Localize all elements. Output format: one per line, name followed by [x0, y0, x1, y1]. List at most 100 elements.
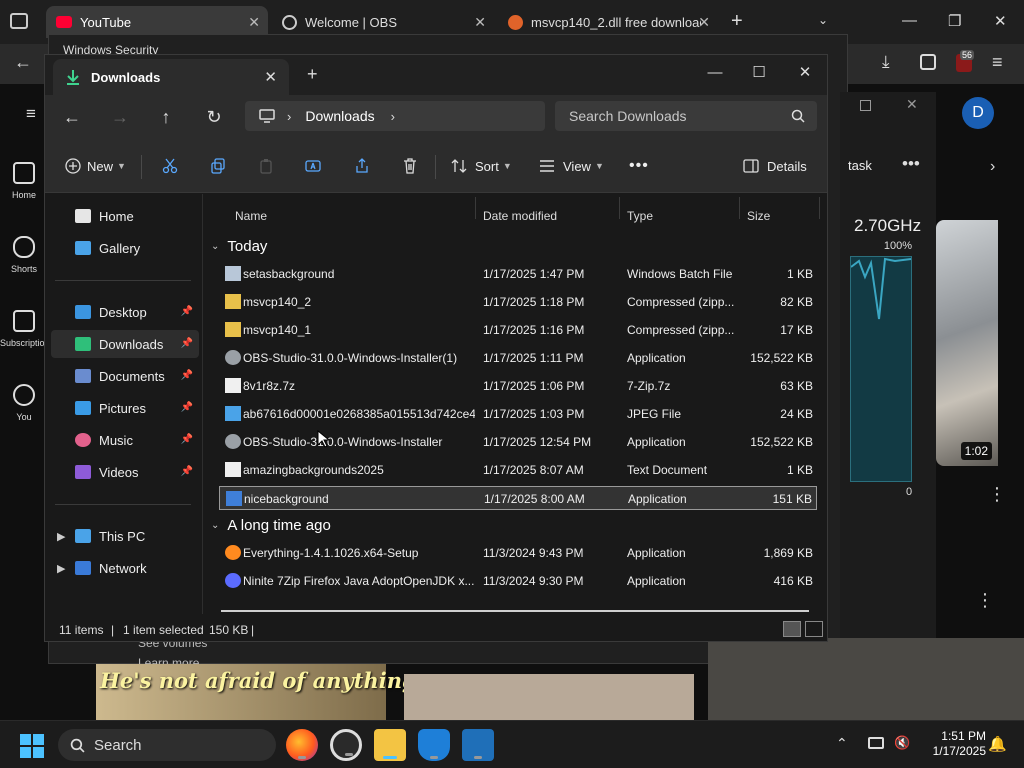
- file-group-header[interactable]: ⌄ A long time ago: [211, 513, 331, 537]
- column-divider[interactable]: [475, 197, 476, 219]
- details-button[interactable]: Details: [743, 155, 807, 177]
- youtube-nav-home[interactable]: Home: [0, 162, 48, 200]
- new-tab-icon[interactable]: +: [307, 64, 318, 85]
- close-icon[interactable]: ✕: [791, 61, 819, 85]
- more-options-icon[interactable]: •••: [902, 154, 920, 174]
- more-options-button[interactable]: •••: [629, 155, 649, 177]
- obs-icon[interactable]: [330, 729, 362, 761]
- minimize-icon[interactable]: —: [902, 12, 917, 29]
- taskbar-clock[interactable]: 1:51 PM 1/17/2025: [933, 729, 986, 759]
- task-manager-icon[interactable]: [462, 729, 494, 761]
- details-view-icon[interactable]: [783, 621, 801, 637]
- back-icon[interactable]: ←: [59, 105, 85, 129]
- windows-security-icon[interactable]: [418, 729, 450, 761]
- expand-chevron-icon[interactable]: ▶: [57, 530, 65, 543]
- share-icon[interactable]: [351, 156, 373, 176]
- horizontal-scrollbar[interactable]: [221, 610, 809, 612]
- youtube-nav-subscriptions[interactable]: Subscriptions: [0, 310, 54, 348]
- close-tab-icon[interactable]: ✕: [698, 14, 710, 31]
- file-row[interactable]: OBS-Studio-31.0.0-Windows-Installer 1/17/…: [219, 430, 817, 454]
- pin-icon[interactable]: 📌: [181, 306, 193, 317]
- file-row[interactable]: OBS-Studio-31.0.0-Windows-Installer(1) 1/…: [219, 346, 817, 370]
- file-row[interactable]: ab67616d00001e0268385a015513d742ce4... 1/…: [219, 402, 817, 426]
- column-header-size[interactable]: Size: [747, 204, 770, 228]
- file-row[interactable]: amazingbackgrounds2025 1/17/2025 8:07 AM T…: [219, 458, 817, 482]
- video-thumbnail[interactable]: [404, 674, 694, 720]
- rename-icon[interactable]: [303, 156, 325, 176]
- column-header-date[interactable]: Date modified: [483, 204, 557, 228]
- firefox-icon[interactable]: [286, 729, 318, 761]
- task-manager-close-icon[interactable]: ✕: [906, 96, 918, 113]
- back-icon[interactable]: ←: [14, 52, 32, 73]
- up-icon[interactable]: ↑: [153, 105, 179, 129]
- file-row[interactable]: msvcp140_1 1/17/2025 1:16 PM Compressed (z…: [219, 318, 817, 342]
- video-menu-icon[interactable]: ⋮: [988, 484, 1006, 505]
- pin-icon[interactable]: 📌: [181, 466, 193, 477]
- file-row[interactable]: Everything-1.4.1.1026.x64-Setup 11/3/2024…: [219, 541, 817, 565]
- new-button[interactable]: New ▼: [65, 155, 126, 177]
- tab-actions-icon[interactable]: [10, 13, 28, 29]
- nav-item-home[interactable]: Home: [51, 202, 199, 230]
- search-icon[interactable]: [791, 109, 805, 123]
- file-group-header[interactable]: ⌄ Today: [211, 234, 267, 258]
- extensions-icon[interactable]: [920, 54, 936, 70]
- run-task-label[interactable]: task: [848, 158, 872, 173]
- breadcrumb-downloads[interactable]: Downloads: [305, 108, 374, 124]
- tab-list-chevron-icon[interactable]: ⌄: [818, 13, 828, 27]
- column-divider[interactable]: [739, 197, 740, 219]
- breadcrumb-separator-icon[interactable]: ›: [391, 109, 395, 124]
- avatar[interactable]: D: [962, 97, 994, 129]
- download-icon[interactable]: ⤓: [882, 52, 890, 72]
- nav-item-this-pc[interactable]: ▶ This PC: [51, 522, 199, 550]
- maximize-icon[interactable]: ☐: [745, 61, 773, 85]
- search-input[interactable]: [555, 101, 775, 131]
- taskbar-search[interactable]: Search: [58, 729, 276, 761]
- collapse-chevron-icon[interactable]: ⌄: [211, 241, 219, 252]
- chevron-right-icon[interactable]: ›: [990, 158, 995, 176]
- file-row[interactable]: Ninite 7Zip Firefox Java AdoptOpenJDK x.…: [219, 569, 817, 593]
- nav-item-documents[interactable]: Documents 📌: [51, 362, 199, 390]
- breadcrumb[interactable]: › Downloads ›: [245, 101, 545, 131]
- file-row[interactable]: msvcp140_2 1/17/2025 1:18 PM Compressed (z…: [219, 290, 817, 314]
- nav-item-pictures[interactable]: Pictures 📌: [51, 394, 199, 422]
- paste-icon[interactable]: [255, 156, 277, 176]
- close-tab-icon[interactable]: ✕: [474, 14, 486, 31]
- sort-button[interactable]: Sort ▼: [451, 155, 512, 177]
- volume-muted-icon[interactable]: 🔇: [894, 735, 910, 751]
- cut-icon[interactable]: [159, 156, 181, 176]
- file-row[interactable]: setasbackground 1/17/2025 1:47 PM Windows …: [219, 262, 817, 286]
- video-thumbnail[interactable]: 1:02: [936, 220, 998, 466]
- search-box[interactable]: [555, 101, 817, 131]
- menu-icon[interactable]: ≡: [992, 52, 1003, 73]
- column-header-type[interactable]: Type: [627, 204, 653, 228]
- youtube-nav-shorts[interactable]: Shorts: [0, 236, 48, 274]
- collapse-chevron-icon[interactable]: ⌄: [211, 520, 219, 531]
- refresh-icon[interactable]: ↻: [201, 105, 227, 129]
- large-icons-view-icon[interactable]: [805, 621, 823, 637]
- delete-icon[interactable]: [399, 156, 421, 176]
- pin-icon[interactable]: 📌: [181, 434, 193, 445]
- video-menu-icon[interactable]: ⋮: [976, 590, 994, 611]
- restore-icon[interactable]: ❐: [948, 12, 961, 30]
- breadcrumb-separator-icon[interactable]: ›: [287, 109, 291, 124]
- close-tab-icon[interactable]: ✕: [248, 14, 260, 31]
- copy-icon[interactable]: [207, 156, 229, 176]
- nav-item-music[interactable]: Music 📌: [51, 426, 199, 454]
- column-divider[interactable]: [619, 197, 620, 219]
- youtube-nav-you[interactable]: You: [0, 384, 48, 422]
- pin-icon[interactable]: 📌: [181, 338, 193, 349]
- close-tab-icon[interactable]: ✕: [264, 68, 277, 86]
- file-explorer-icon[interactable]: [374, 729, 406, 761]
- video-thumbnail[interactable]: [708, 638, 1024, 720]
- expand-chevron-icon[interactable]: ▶: [57, 562, 65, 575]
- view-button[interactable]: View ▼: [539, 155, 604, 177]
- hamburger-icon[interactable]: ≡: [26, 104, 36, 124]
- start-button[interactable]: [20, 734, 44, 758]
- column-divider[interactable]: [819, 197, 820, 219]
- chevron-up-icon[interactable]: ⌃: [836, 735, 848, 752]
- nav-item-gallery[interactable]: Gallery: [51, 234, 199, 262]
- nav-item-desktop[interactable]: Desktop 📌: [51, 298, 199, 326]
- new-tab-icon[interactable]: +: [731, 10, 743, 33]
- nav-item-downloads[interactable]: Downloads 📌: [51, 330, 199, 358]
- column-header-name[interactable]: Name: [235, 204, 267, 228]
